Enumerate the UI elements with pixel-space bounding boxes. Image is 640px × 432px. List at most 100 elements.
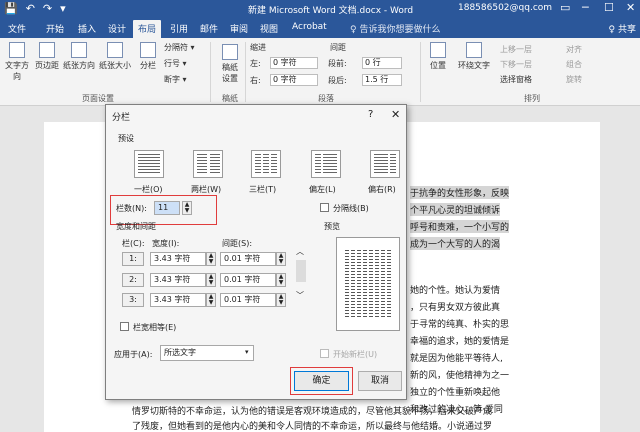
scroll-thumb[interactable] bbox=[296, 260, 306, 282]
scroll-down-icon[interactable]: ﹀ bbox=[296, 290, 304, 301]
tell-me-search[interactable]: ♀ 告诉我你想要做什么 bbox=[350, 22, 440, 35]
indent-left-input[interactable]: 0 字符 bbox=[270, 57, 318, 69]
tab-file[interactable]: 文件 bbox=[8, 22, 26, 35]
customize-icon[interactable]: ▾ bbox=[60, 2, 66, 15]
preset-two-icon[interactable] bbox=[193, 150, 223, 178]
preset-right-label[interactable]: 偏右(R) bbox=[368, 184, 396, 195]
line-numbers-button[interactable]: 行号 ▾ bbox=[164, 58, 187, 69]
wrap-text-button[interactable]: 环绕文字 bbox=[454, 42, 494, 71]
column-width-spinner[interactable]: ▲ ▼ bbox=[206, 293, 216, 307]
preset-one-label[interactable]: 一栏(O) bbox=[134, 184, 163, 195]
account-email[interactable]: 188586502@qq.com bbox=[458, 3, 552, 13]
doc-line: 于寻常的纯真、朴实的思 bbox=[410, 320, 510, 330]
ribbon-display-icon[interactable]: ▭ bbox=[560, 1, 570, 14]
doc-line: 新的风，使他精神为之一 bbox=[410, 371, 510, 381]
tab-layout[interactable]: 布局 bbox=[133, 20, 162, 39]
width-header: 宽度(I): bbox=[152, 239, 180, 248]
help-icon[interactable]: ? bbox=[368, 109, 373, 120]
tab-insert[interactable]: 插入 bbox=[78, 22, 96, 35]
cancel-button[interactable]: 取消 bbox=[358, 371, 402, 391]
selection-pane-button[interactable]: 选择窗格 bbox=[500, 74, 532, 85]
equal-width-checkbox[interactable] bbox=[120, 322, 129, 331]
text-direction-icon bbox=[9, 42, 25, 58]
bring-forward-button[interactable]: 上移一层 bbox=[500, 44, 532, 55]
column-width-spinner[interactable]: ▲ ▼ bbox=[206, 273, 216, 287]
spacing-label: 间距 bbox=[330, 43, 346, 52]
redo-icon[interactable]: ↷ bbox=[43, 2, 52, 15]
column-spacing-spinner[interactable]: ▲ ▼ bbox=[276, 293, 286, 307]
divider bbox=[210, 42, 211, 102]
rows-scrollbar[interactable]: ︿ ﹀ bbox=[294, 246, 308, 304]
width-spacing-label: 宽度和间距 bbox=[116, 222, 156, 231]
column-row-number: 1: bbox=[122, 252, 144, 266]
presets-label: 预设 bbox=[118, 134, 134, 143]
apply-to-label: 应用于(A): bbox=[114, 350, 153, 359]
tab-review[interactable]: 审阅 bbox=[230, 22, 248, 35]
column-spacing-input[interactable]: 0.01 字符 bbox=[220, 293, 276, 307]
rotate-button[interactable]: 旋转 bbox=[566, 74, 582, 85]
column-spacing-input[interactable]: 0.01 字符 bbox=[220, 252, 276, 266]
text-direction-button[interactable]: 文字方向 bbox=[2, 42, 32, 82]
tab-view[interactable]: 视图 bbox=[260, 22, 278, 35]
send-backward-button[interactable]: 下移一层 bbox=[500, 59, 532, 70]
close-icon[interactable]: ✕ bbox=[626, 1, 635, 14]
separator-checkbox[interactable] bbox=[320, 203, 329, 212]
breaks-button[interactable]: 分隔符 ▾ bbox=[164, 42, 195, 53]
size-button[interactable]: 纸张大小 bbox=[96, 42, 134, 71]
share-button[interactable]: ♀ 共享 bbox=[609, 22, 636, 35]
column-width-input[interactable]: 3.43 字符 bbox=[150, 293, 206, 307]
chevron-down-icon[interactable]: ▾ bbox=[245, 348, 249, 356]
preset-one-icon[interactable] bbox=[134, 150, 164, 178]
scroll-up-icon[interactable]: ︿ bbox=[296, 246, 304, 257]
column-width-input[interactable]: 3.43 字符 bbox=[150, 273, 206, 287]
preset-three-label[interactable]: 三栏(T) bbox=[249, 184, 276, 195]
column-width-input[interactable]: 3.43 字符 bbox=[150, 252, 206, 266]
align-button[interactable]: 对齐 bbox=[566, 44, 582, 55]
column-width-spinner[interactable]: ▲ ▼ bbox=[206, 252, 216, 266]
undo-icon[interactable]: ↶ bbox=[26, 2, 35, 15]
indent-right-input[interactable]: 0 字符 bbox=[270, 74, 318, 86]
tab-acrobat[interactable]: Acrobat bbox=[292, 22, 327, 32]
hyphenation-button[interactable]: 断字 ▾ bbox=[164, 74, 187, 85]
orientation-icon bbox=[71, 42, 87, 58]
preset-left-icon[interactable] bbox=[311, 150, 341, 178]
preset-two-label[interactable]: 两栏(W) bbox=[191, 184, 221, 195]
preview-box bbox=[336, 237, 400, 331]
separator-label[interactable]: 分隔线(B) bbox=[333, 203, 369, 214]
manuscript-settings-button[interactable]: 稿纸 设置 bbox=[216, 44, 244, 84]
spacing-after-input[interactable]: 1.5 行 bbox=[362, 74, 402, 86]
preset-three-icon[interactable] bbox=[251, 150, 281, 178]
margins-icon bbox=[39, 42, 55, 58]
minimize-icon[interactable]: ─ bbox=[582, 1, 589, 14]
doc-line: 成为一个大写的人的渴 bbox=[410, 237, 501, 250]
tab-design[interactable]: 设计 bbox=[108, 22, 126, 35]
column-spacing-input[interactable]: 0.01 字符 bbox=[220, 273, 276, 287]
apply-to-select[interactable]: 所选文字 bbox=[160, 345, 254, 361]
save-icon[interactable]: 💾 bbox=[4, 2, 18, 15]
size-icon bbox=[107, 42, 123, 58]
column-spacing-spinner[interactable]: ▲ ▼ bbox=[276, 252, 286, 266]
tab-references[interactable]: 引用 bbox=[170, 22, 188, 35]
equal-width-label[interactable]: 栏宽相等(E) bbox=[133, 322, 176, 333]
doc-line: 了残废，但她看到的是他内心的美和令人同情的不幸命运，所以最终与他结婚。小说通过罗 bbox=[132, 422, 493, 432]
column-row-number: 2: bbox=[122, 273, 144, 287]
orientation-button[interactable]: 纸张方向 bbox=[62, 42, 96, 71]
preset-right-icon[interactable] bbox=[370, 150, 400, 178]
columns-button[interactable]: 分栏 bbox=[136, 42, 160, 71]
group-button[interactable]: 组合 bbox=[566, 59, 582, 70]
column-spacing-spinner[interactable]: ▲ ▼ bbox=[276, 273, 286, 287]
spacing-before-input[interactable]: 0 行 bbox=[362, 57, 402, 69]
tab-home[interactable]: 开始 bbox=[46, 22, 64, 35]
column-row-number: 3: bbox=[122, 293, 144, 307]
tab-mailings[interactable]: 邮件 bbox=[200, 22, 218, 35]
maximize-icon[interactable]: ☐ bbox=[604, 1, 614, 14]
group-paragraph: 段落 bbox=[318, 94, 334, 103]
dialog-close-icon[interactable]: ✕ bbox=[391, 108, 400, 121]
margins-button[interactable]: 页边距 bbox=[32, 42, 62, 71]
indent-right-label: 右: bbox=[250, 76, 261, 85]
doc-line: 幸福的追求，她的爱情是 bbox=[410, 337, 510, 347]
position-button[interactable]: 位置 bbox=[426, 42, 450, 71]
preset-left-label[interactable]: 偏左(L) bbox=[309, 184, 336, 195]
manuscript-icon bbox=[222, 44, 238, 60]
new-column-checkbox bbox=[320, 349, 329, 358]
